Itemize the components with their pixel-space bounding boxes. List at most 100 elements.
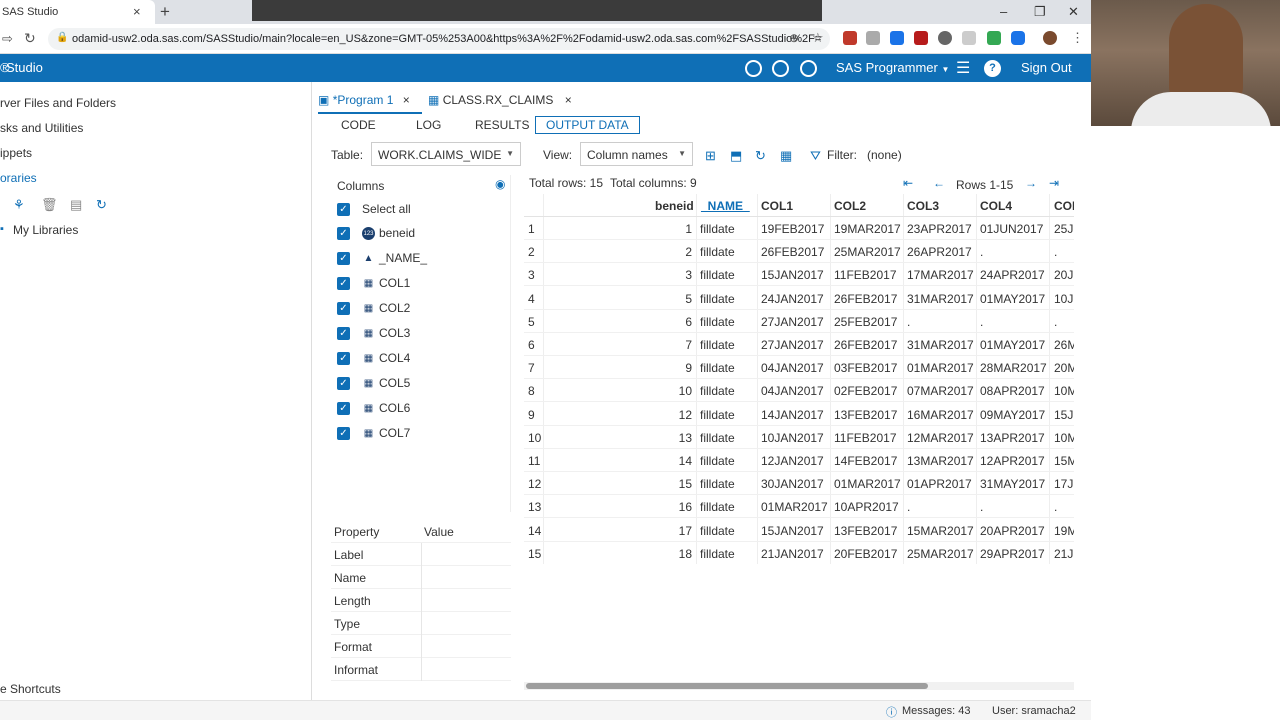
columns-settings-icon[interactable]: ◉ (495, 177, 505, 191)
grid-apps-icon[interactable] (800, 60, 817, 77)
new-library-icon[interactable]: ⚘ (13, 197, 25, 213)
pane-splitter[interactable] (311, 82, 312, 702)
filter-icon[interactable]: ⛛ (810, 148, 821, 164)
nav-libraries[interactable]: oraries (0, 171, 37, 185)
table-row[interactable]: 12 15 filldate 30JAN2017 01MAR2017 01APR2017 3… (524, 472, 1074, 496)
column-header[interactable]: COL2 (834, 199, 866, 213)
browser-menu-icon[interactable]: ⋮ (1071, 30, 1084, 46)
table-cell: 27JAN2017 (761, 314, 824, 329)
data-grid[interactable]: beneid _NAME_ COL1 COL2 COL3 COL4 COL 11… (524, 194, 1074, 564)
table-row[interactable]: 7 9 filldate 04JAN2017 03FEB2017 01MAR2017 28M… (524, 356, 1074, 380)
column-header[interactable]: beneid (655, 199, 694, 213)
table-row[interactable]: 3 3 filldate 15JAN2017 11FEB2017 17MAR2017 24A… (524, 263, 1074, 287)
checkbox-checked-icon[interactable]: ✓ (337, 302, 350, 315)
menu-icon[interactable]: ☰ (956, 58, 970, 78)
download-icon[interactable]: ⬒ (730, 148, 742, 164)
column-header[interactable]: COL3 (907, 199, 939, 213)
bookmark-star-icon[interactable]: ☆ (812, 30, 824, 46)
close-program-tab-icon[interactable]: × (403, 93, 410, 107)
user-role-menu[interactable]: SAS Programmer ▼ (836, 60, 949, 75)
refresh-data-icon[interactable]: ↻ (755, 148, 766, 164)
table-row[interactable]: 9 12 filldate 14JAN2017 13FEB2017 16MAR2017 09… (524, 403, 1074, 426)
close-tab-icon[interactable]: × (133, 4, 141, 19)
table-row[interactable]: 10 13 filldate 10JAN2017 11FEB2017 12MAR2017 1… (524, 426, 1074, 449)
table-row[interactable]: 2 2 filldate 26FEB2017 25MAR2017 26APR2017.. (524, 240, 1074, 264)
next-page-icon[interactable]: → (1025, 176, 1037, 190)
date-type-icon: ▦ (363, 403, 374, 414)
submit-icon[interactable] (772, 60, 789, 77)
refresh-icon[interactable]: ↻ (96, 197, 107, 213)
search-icon[interactable] (745, 60, 762, 77)
table-row[interactable]: 1 1 filldate 19FEB2017 19MAR2017 23APR2017 01J… (524, 217, 1074, 240)
nav-server-files[interactable]: rver Files and Folders (0, 96, 116, 110)
column-header[interactable]: COL4 (980, 199, 1012, 213)
table-row[interactable]: 13 16 filldate 01MAR2017 10APR2017... (524, 495, 1074, 519)
query-icon[interactable]: ⊞ (705, 148, 716, 164)
extension-icon[interactable] (866, 31, 880, 45)
back-icon[interactable]: ⇨ (2, 31, 13, 47)
grid-view-icon[interactable]: ▦ (780, 148, 792, 164)
extension-pdf-icon[interactable] (914, 31, 928, 45)
extension-diamond-icon[interactable] (890, 31, 904, 45)
my-libraries-node[interactable]: My Libraries (13, 223, 78, 237)
table-row[interactable]: 6 7 filldate 27JAN2017 26FEB2017 31MAR2017 01M… (524, 333, 1074, 356)
subtab-results[interactable]: RESULTS (475, 118, 529, 132)
checkbox-checked-icon[interactable]: ✓ (337, 203, 350, 216)
property-row: Length (331, 589, 511, 612)
zoom-icon[interactable]: ⊕ (789, 31, 799, 45)
subtab-log[interactable]: LOG (416, 118, 441, 132)
checkbox-checked-icon[interactable]: ✓ (337, 277, 350, 290)
checkbox-checked-icon[interactable]: ✓ (337, 377, 350, 390)
checkbox-checked-icon[interactable]: ✓ (337, 352, 350, 365)
checkbox-checked-icon[interactable]: ✓ (337, 252, 350, 265)
column-header[interactable]: COL1 (761, 199, 793, 213)
scrollbar-thumb[interactable] (526, 683, 928, 689)
first-page-icon[interactable]: ⇤ (903, 176, 913, 190)
table-cell: 12APR2017 (980, 454, 1045, 468)
checkbox-checked-icon[interactable]: ✓ (337, 327, 350, 340)
table-row[interactable]: 8 10 filldate 04JAN2017 02FEB2017 07MAR2017 08… (524, 379, 1074, 403)
prev-page-icon[interactable]: ← (933, 176, 945, 190)
table-select[interactable]: WORK.CLAIMS_WIDE ▼ (371, 142, 521, 166)
extension-doc-icon[interactable] (962, 31, 976, 45)
profile-avatar[interactable] (1043, 31, 1057, 45)
nav-shortcuts[interactable]: e Shortcuts (0, 682, 61, 696)
minimize-icon[interactable]: – (1000, 4, 1007, 19)
table-row[interactable]: 11 14 filldate 12JAN2017 14FEB2017 13MAR2017 1… (524, 449, 1074, 472)
nav-tasks-utilities[interactable]: sks and Utilities (0, 121, 83, 135)
table-cell: 2 (685, 245, 692, 260)
subtab-code[interactable]: CODE (341, 118, 376, 132)
checkbox-checked-icon[interactable]: ✓ (337, 427, 350, 440)
help-icon[interactable]: ? (984, 60, 1001, 77)
checkbox-checked-icon[interactable]: ✓ (337, 227, 350, 240)
tab-class-rx-claims[interactable]: ▦ CLASS.RX_CLAIMS × (428, 93, 572, 110)
browser-tab[interactable]: SAS Studio × (0, 0, 155, 24)
table-row[interactable]: 15 18 filldate 21JAN2017 20FEB2017 25MAR2017 2… (524, 542, 1074, 564)
properties-icon[interactable]: ▤ (70, 197, 82, 213)
messages-count[interactable]: Messages: 43 (902, 705, 970, 717)
restore-icon[interactable]: ❐ (1034, 4, 1046, 20)
new-tab-button[interactable]: + (160, 2, 170, 22)
extension-circle-icon[interactable] (938, 31, 952, 45)
column-header[interactable]: COL (1054, 199, 1074, 213)
close-window-icon[interactable]: ✕ (1068, 4, 1079, 20)
column-header[interactable]: _NAME_ (701, 199, 750, 213)
address-bar[interactable]: 🔒 odamid-usw2.oda.sas.com/SASStudio/main… (48, 28, 830, 50)
reload-icon[interactable]: ↻ (24, 30, 36, 47)
close-table-tab-icon[interactable]: × (565, 93, 572, 107)
table-row[interactable]: 14 17 filldate 15JAN2017 13FEB2017 15MAR2017 2… (524, 519, 1074, 542)
extension-video-icon[interactable] (1011, 31, 1025, 45)
extension-shield-icon[interactable] (843, 31, 857, 45)
delete-icon[interactable]: 🗑 (41, 197, 58, 213)
last-page-icon[interactable]: ⇥ (1049, 176, 1059, 190)
checkbox-checked-icon[interactable]: ✓ (337, 402, 350, 415)
sign-out-link[interactable]: Sign Out (1021, 60, 1072, 75)
subtab-output-data[interactable]: OUTPUT DATA (535, 116, 640, 134)
nav-snippets[interactable]: ippets (0, 146, 32, 160)
table-row[interactable]: 5 6 filldate 27JAN2017 25FEB2017... (524, 310, 1074, 333)
table-cell: 13 (678, 430, 692, 445)
extension-grid-icon[interactable] (987, 31, 1001, 45)
view-select[interactable]: Column names ▼ (580, 142, 693, 166)
table-row[interactable]: 4 5 filldate 24JAN2017 26FEB2017 31MAR2017 01M… (524, 287, 1074, 310)
tab-program-1[interactable]: ▣ *Program 1 × (318, 93, 410, 110)
